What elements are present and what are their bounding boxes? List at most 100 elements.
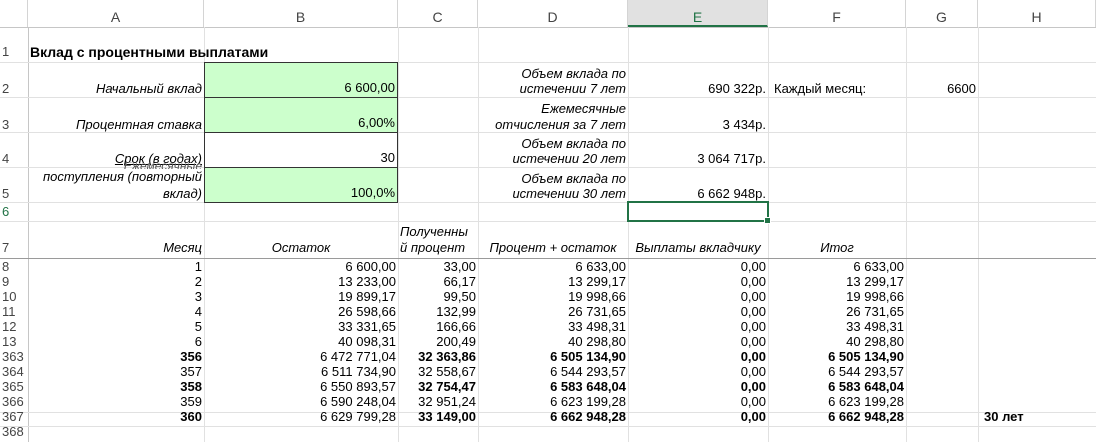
table-cell-payout[interactable]: 0,00	[628, 364, 768, 379]
term-input[interactable]: 30	[204, 132, 398, 168]
row-header-3[interactable]: 3	[0, 117, 26, 132]
selected-cell-e6[interactable]	[627, 201, 771, 224]
table-cell-month[interactable]: 360	[28, 409, 204, 424]
table-cell-sum[interactable]: 33 498,31	[478, 319, 628, 334]
table-cell-interest[interactable]: 166,66	[398, 319, 478, 334]
col-header-c[interactable]: C	[398, 0, 478, 27]
col-header-g[interactable]: G	[906, 0, 978, 27]
table-cell-balance[interactable]: 26 598,66	[204, 304, 398, 319]
initial-deposit-label[interactable]: Начальный вклад	[28, 81, 204, 96]
header-payout[interactable]: Выплаты вкладчику	[628, 240, 768, 255]
table-cell-balance[interactable]: 33 331,65	[204, 319, 398, 334]
initial-deposit-input[interactable]: 6 600,00	[204, 62, 398, 98]
table-cell-interest[interactable]: 33 149,00	[398, 409, 478, 424]
row-header-9[interactable]: 9	[0, 274, 26, 289]
table-cell-month[interactable]: 1	[28, 259, 204, 274]
table-cell-balance[interactable]: 6 590 248,04	[204, 394, 398, 409]
table-cell-total[interactable]: 19 998,66	[768, 289, 906, 304]
each-month-label[interactable]: Каждый месяц:	[772, 81, 866, 96]
table-cell-payout[interactable]: 0,00	[628, 319, 768, 334]
vol7-label-line1[interactable]: Объем вклада по	[478, 66, 628, 81]
row-header-12[interactable]: 12	[0, 319, 26, 334]
table-cell-balance[interactable]: 40 098,31	[204, 334, 398, 349]
table-cell-month[interactable]: 4	[28, 304, 204, 319]
row-header-13[interactable]: 13	[0, 334, 26, 349]
select-all-corner[interactable]	[0, 0, 28, 27]
table-cell-interest[interactable]: 33,00	[398, 259, 478, 274]
header-month[interactable]: Месяц	[28, 240, 204, 255]
table-cell-balance[interactable]: 6 550 893,57	[204, 379, 398, 394]
row-header-364[interactable]: 364	[0, 364, 26, 379]
col-header-b[interactable]: B	[204, 0, 398, 27]
table-cell-sum[interactable]: 6 633,00	[478, 259, 628, 274]
col-header-f[interactable]: F	[768, 0, 906, 27]
table-cell-month[interactable]: 359	[28, 394, 204, 409]
row-header-368[interactable]: 368	[0, 424, 26, 439]
table-cell-total[interactable]: 6 662 948,28	[768, 409, 906, 424]
row-header-366[interactable]: 366	[0, 394, 26, 409]
sheet-title[interactable]: Вклад с процентными выплатами	[28, 44, 268, 60]
monthly-label-line1[interactable]: Ежемесячные	[478, 101, 628, 116]
interest-rate-input[interactable]: 6,00%	[204, 97, 398, 133]
thirty-years-label[interactable]: 30 лет	[982, 409, 1024, 424]
row-header-363[interactable]: 363	[0, 349, 26, 364]
table-cell-balance[interactable]: 6 629 799,28	[204, 409, 398, 424]
vol7-value[interactable]: 690 322р.	[628, 81, 768, 96]
table-cell-sum[interactable]: 6 544 293,57	[478, 364, 628, 379]
row-header-10[interactable]: 10	[0, 289, 26, 304]
table-cell-balance[interactable]: 6 511 734,90	[204, 364, 398, 379]
row-header-6[interactable]: 6	[0, 204, 26, 219]
vol30-value[interactable]: 6 662 948р.	[628, 186, 768, 201]
col-header-h[interactable]: H	[978, 0, 1096, 27]
table-cell-month[interactable]: 5	[28, 319, 204, 334]
reinvest-label-mid[interactable]: поступления (повторный	[28, 169, 204, 184]
table-cell-payout[interactable]: 0,00	[628, 274, 768, 289]
table-cell-sum[interactable]: 19 998,66	[478, 289, 628, 304]
table-cell-sum[interactable]: 6 583 648,04	[478, 379, 628, 394]
row-header-7[interactable]: 7	[0, 240, 26, 255]
table-cell-payout[interactable]: 0,00	[628, 304, 768, 319]
table-cell-balance[interactable]: 19 899,17	[204, 289, 398, 304]
table-cell-interest[interactable]: 32 558,67	[398, 364, 478, 379]
vol20-label-line1[interactable]: Объем вклада по	[478, 136, 628, 151]
table-cell-sum[interactable]: 13 299,17	[478, 274, 628, 289]
table-cell-payout[interactable]: 0,00	[628, 394, 768, 409]
table-cell-sum[interactable]: 40 298,80	[478, 334, 628, 349]
table-cell-interest[interactable]: 132,99	[398, 304, 478, 319]
col-header-a[interactable]: A	[28, 0, 204, 27]
table-cell-total[interactable]: 33 498,31	[768, 319, 906, 334]
row-header-367[interactable]: 367	[0, 409, 26, 424]
table-cell-sum[interactable]: 6 623 199,28	[478, 394, 628, 409]
table-cell-payout[interactable]: 0,00	[628, 409, 768, 424]
table-cell-interest[interactable]: 66,17	[398, 274, 478, 289]
table-cell-payout[interactable]: 0,00	[628, 379, 768, 394]
table-cell-month[interactable]: 356	[28, 349, 204, 364]
header-received-line1[interactable]: Полученны	[398, 224, 468, 239]
table-cell-interest[interactable]: 32 951,24	[398, 394, 478, 409]
table-cell-total[interactable]: 6 633,00	[768, 259, 906, 274]
table-cell-balance[interactable]: 13 233,00	[204, 274, 398, 289]
table-cell-interest[interactable]: 99,50	[398, 289, 478, 304]
table-cell-balance[interactable]: 6 600,00	[204, 259, 398, 274]
table-cell-interest[interactable]: 32 754,47	[398, 379, 478, 394]
monthly-value[interactable]: 3 434р.	[628, 117, 768, 132]
table-cell-month[interactable]: 3	[28, 289, 204, 304]
table-cell-total[interactable]: 6 623 199,28	[768, 394, 906, 409]
table-cell-month[interactable]: 357	[28, 364, 204, 379]
row-header-11[interactable]: 11	[0, 304, 26, 319]
reinvest-input[interactable]: 100,0%	[204, 167, 398, 203]
table-cell-sum[interactable]: 6 662 948,28	[478, 409, 628, 424]
table-cell-sum[interactable]: 6 505 134,90	[478, 349, 628, 364]
table-cell-month[interactable]: 6	[28, 334, 204, 349]
table-cell-total[interactable]: 26 731,65	[768, 304, 906, 319]
row-header-4[interactable]: 4	[0, 151, 26, 166]
table-cell-interest[interactable]: 200,49	[398, 334, 478, 349]
header-pct-plus-balance[interactable]: Процент + остаток	[478, 240, 628, 255]
table-cell-total[interactable]: 6 544 293,57	[768, 364, 906, 379]
header-total[interactable]: Итог	[768, 240, 906, 255]
table-cell-interest[interactable]: 32 363,86	[398, 349, 478, 364]
table-cell-payout[interactable]: 0,00	[628, 334, 768, 349]
table-cell-total[interactable]: 6 505 134,90	[768, 349, 906, 364]
table-cell-balance[interactable]: 6 472 771,04	[204, 349, 398, 364]
row-header-2[interactable]: 2	[0, 81, 26, 96]
